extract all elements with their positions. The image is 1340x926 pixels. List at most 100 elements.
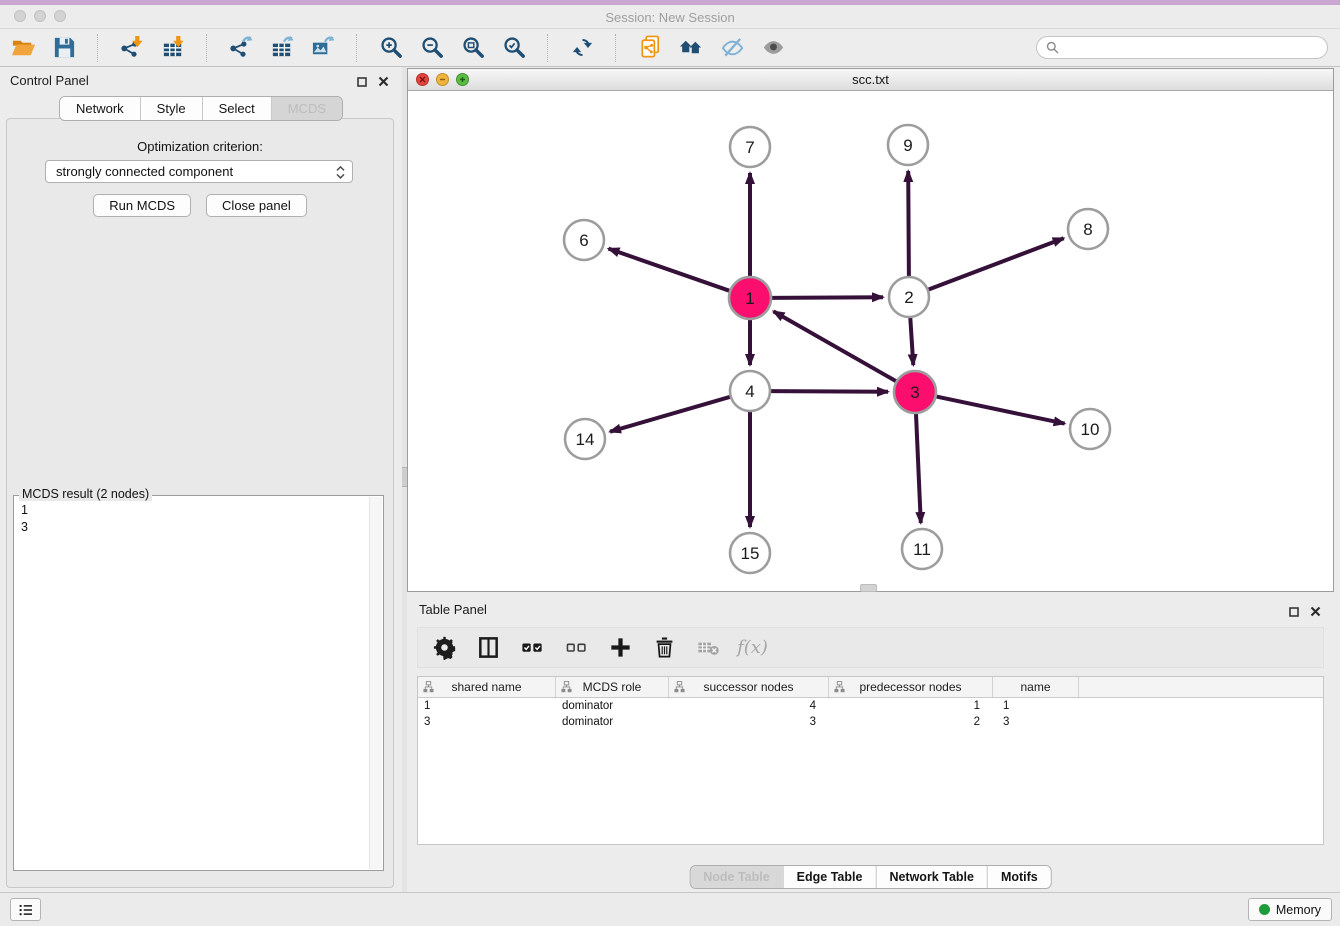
search-input[interactable] [1064,40,1327,56]
columns-icon[interactable] [475,634,502,661]
delete-icon[interactable] [651,634,678,661]
table-toolbar: f(x) [417,627,1324,668]
add-icon[interactable] [607,634,634,661]
run-mcds-button[interactable]: Run MCDS [93,194,191,217]
network-graph-canvas[interactable]: 7 9 6 8 1 2 4 3 14 10 15 11 [408,90,1333,591]
deselect-all-icon[interactable] [563,634,590,661]
tab-network-table[interactable]: Network Table [875,866,987,888]
close-panel-icon[interactable] [378,74,389,92]
dropdown-stepper-icon [335,165,346,183]
graph-node-label: 2 [904,288,913,307]
float-panel-icon[interactable] [357,74,367,92]
mcds-result-value: 1 [21,502,369,519]
graph-node-4[interactable]: 4 [730,371,770,411]
graph-node-8[interactable]: 8 [1068,209,1108,249]
graph-node-6[interactable]: 6 [564,220,604,260]
graph-edge-2-8[interactable] [929,238,1064,289]
table-panel: Table Panel f(x) shared nameMCDS rolesuc… [407,597,1334,888]
graph-node-label: 3 [910,383,919,402]
import-network-icon[interactable] [119,35,145,61]
task-history-button[interactable] [10,898,41,921]
select-all-icon[interactable] [519,634,546,661]
hide-selected-icon[interactable] [719,35,745,61]
export-image-icon[interactable] [310,35,336,61]
titlebar: Session: New Session [0,5,1340,29]
network-from-document-icon[interactable] [637,35,663,61]
save-session-icon[interactable] [51,35,77,61]
graph-node-15[interactable]: 15 [730,533,770,573]
toolbar-separator [615,34,617,62]
column-header-predecessor-nodes[interactable]: predecessor nodes [829,677,993,697]
table-cell: 3 [669,716,829,728]
graph-node-3[interactable]: 3 [894,371,936,413]
graph-edge-3-10[interactable] [937,397,1065,424]
graph-node-1[interactable]: 1 [729,277,771,319]
tab-mcds[interactable]: MCDS [271,97,342,120]
tab-style[interactable]: Style [140,97,202,120]
column-header-label: MCDS role [583,680,642,694]
settings-icon[interactable] [431,634,458,661]
tab-motifs[interactable]: Motifs [987,866,1051,888]
graph-node-11[interactable]: 11 [902,529,942,569]
graph-node-14[interactable]: 14 [565,419,605,459]
application-window: Session: New Session Control Panel Netwo… [0,0,1340,926]
graph-node-10[interactable]: 10 [1070,409,1110,449]
toolbar-separator [547,34,549,62]
horizontal-splitter-handle[interactable] [860,584,877,592]
column-header-label: successor nodes [703,680,793,694]
export-table-icon[interactable] [269,35,295,61]
graph-edge-3-1[interactable] [774,311,896,381]
zoom-selected-icon[interactable] [501,35,527,61]
tab-select[interactable]: Select [202,97,271,120]
table-row[interactable]: 3dominator323 [418,714,1323,730]
graph-node-2[interactable]: 2 [889,277,929,317]
mcds-panel: Optimization criterion: strongly connect… [6,118,394,888]
mcds-result-values: 13 [14,498,369,869]
graph-node-7[interactable]: 7 [730,127,770,167]
graph-node-label: 6 [579,231,588,250]
apply-layout-icon[interactable] [569,35,595,61]
tab-edge-table[interactable]: Edge Table [783,866,876,888]
zoom-fit-icon[interactable] [460,35,486,61]
column-header-label: predecessor nodes [859,680,961,694]
task-list-icon [17,901,35,919]
memory-button[interactable]: Memory [1248,898,1332,921]
show-all-icon[interactable] [760,35,786,61]
tab-network[interactable]: Network [60,97,140,120]
column-header-MCDS-role[interactable]: MCDS role [556,677,669,697]
criterion-dropdown[interactable]: strongly connected component [45,160,353,183]
graph-edge-2-9[interactable] [908,171,909,276]
graph-node-label: 7 [745,138,754,157]
zoom-in-icon[interactable] [378,35,404,61]
tab-node-table[interactable]: Node Table [690,866,782,888]
column-header-name[interactable]: name [993,677,1079,697]
graph-node-label: 4 [745,382,754,401]
float-table-panel-icon[interactable] [1289,604,1299,622]
column-header-successor-nodes[interactable]: successor nodes [669,677,829,697]
export-network-icon[interactable] [228,35,254,61]
graph-node-9[interactable]: 9 [888,125,928,165]
graph-edge-4-3[interactable] [771,391,888,392]
import-table-icon[interactable] [160,35,186,61]
graph-edge-1-6[interactable] [609,249,730,291]
zoom-out-icon[interactable] [419,35,445,61]
column-header-shared-name[interactable]: shared name [418,677,556,697]
control-panel-buttons [357,74,389,92]
table-cell: 1 [993,700,1079,712]
close-panel-button[interactable]: Close panel [206,194,307,217]
graph-node-label: 14 [576,430,595,449]
function-icon[interactable]: f(x) [739,634,766,661]
result-scrollbar[interactable] [369,497,382,869]
graph-edge-2-3[interactable] [910,318,913,365]
mcds-action-buttons: Run MCDS Close panel [7,194,393,217]
search-box[interactable] [1036,36,1328,59]
graph-edge-3-11[interactable] [916,414,921,523]
first-neighbors-icon[interactable] [678,35,704,61]
close-table-panel-icon[interactable] [1310,604,1321,622]
graph-edge-4-14[interactable] [610,397,730,432]
open-session-icon[interactable] [10,35,36,61]
table-row[interactable]: 1dominator411 [418,698,1323,714]
destroy-table-icon[interactable] [695,634,722,661]
network-window-titlebar[interactable]: scc.txt [408,69,1333,91]
graph-edge-1-2[interactable] [772,297,883,298]
